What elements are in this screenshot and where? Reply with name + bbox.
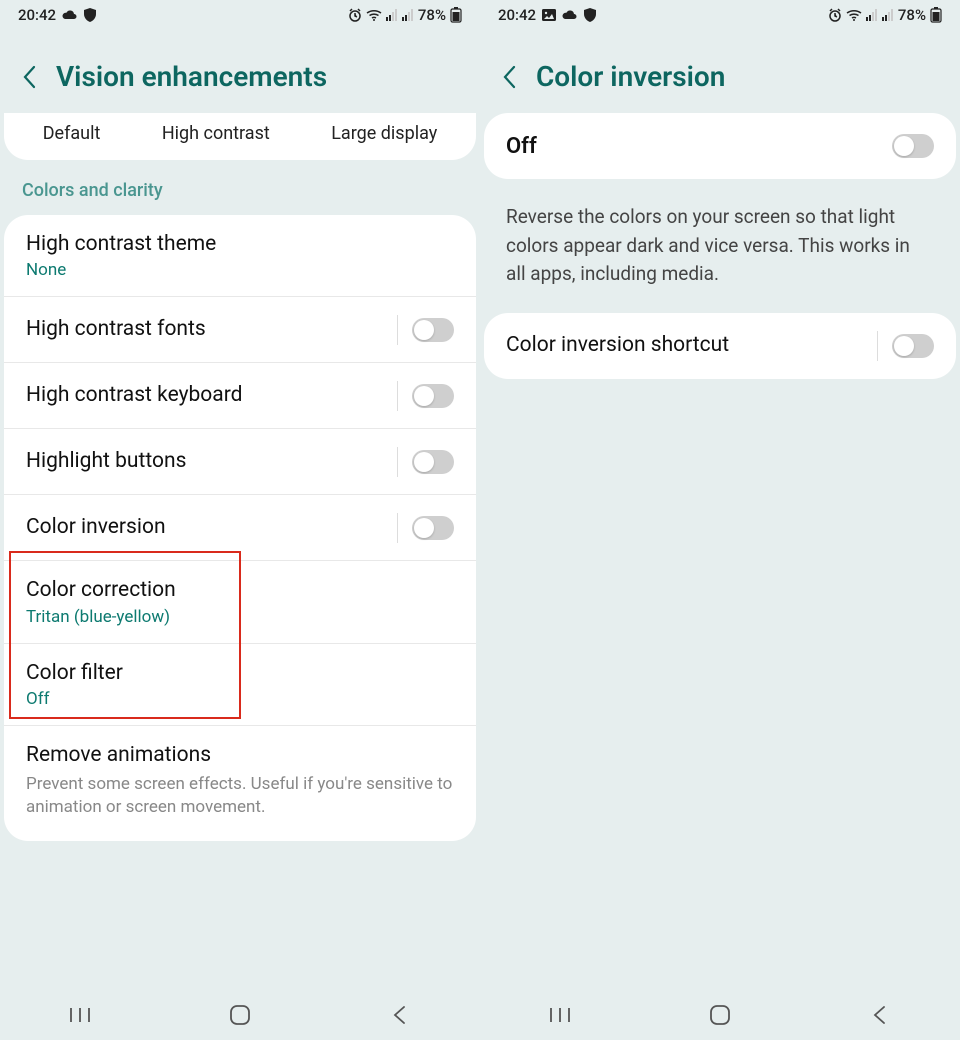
shortcut-card: Color inversion shortcut [484,313,956,379]
row-title: Remove animations [26,742,454,769]
row-sub: Tritan (blue-yellow) [26,607,454,627]
state-card: Off [484,113,956,179]
image-icon [542,9,556,21]
wifi-icon [366,9,382,21]
battery-icon [930,7,942,23]
page-title: Color inversion [536,60,725,93]
cloud-icon [562,9,578,21]
divider [397,513,398,543]
divider [877,331,878,361]
row-title: High contrast theme [26,231,454,258]
row-sub: Off [26,689,454,709]
nav-home-icon[interactable] [210,1004,270,1026]
toggle-color-inversion[interactable] [412,516,454,540]
nav-back-icon[interactable] [850,1004,910,1026]
nav-recents-icon[interactable] [530,1006,590,1024]
toggle-inversion-shortcut[interactable] [892,334,934,358]
row-title: Color inversion [26,514,397,541]
row-title: High contrast fonts [26,316,397,343]
signal2-icon [882,9,894,21]
settings-list: High contrast theme None High contrast f… [4,215,476,841]
description-text: Reverse the colors on your screen so tha… [480,179,960,313]
status-battery: 78% [898,6,926,24]
row-title: Color inversion shortcut [506,332,877,359]
back-icon[interactable] [502,64,518,90]
row-title: Color correction [26,577,454,604]
toggle-color-inversion-master[interactable] [892,134,934,158]
row-high-contrast-theme[interactable]: High contrast theme None [4,215,476,297]
nav-recents-icon[interactable] [50,1006,110,1024]
row-inversion-shortcut[interactable]: Color inversion shortcut [484,313,956,379]
wifi-icon [846,9,862,21]
row-color-inversion[interactable]: Color inversion [4,495,476,561]
section-colors-clarity: Colors and clarity [0,172,480,215]
toggle-high-contrast-fonts[interactable] [412,318,454,342]
display-mode-tabs: Default High contrast Large display [4,113,476,160]
status-bar: 20:42 78% [480,0,960,30]
row-high-contrast-fonts[interactable]: High contrast fonts [4,297,476,363]
page-title: Vision enhancements [56,60,327,93]
back-icon[interactable] [22,64,38,90]
row-remove-animations[interactable]: Remove animations Prevent some screen ef… [4,726,476,841]
toggle-highlight-buttons[interactable] [412,450,454,474]
divider [397,315,398,345]
row-highlight-buttons[interactable]: Highlight buttons [4,429,476,495]
battery-icon [450,7,462,23]
row-inversion-state[interactable]: Off [484,113,956,179]
shield-icon [84,8,96,22]
screen-color-inversion: 20:42 78% Color inversion Off Reverse th… [480,0,960,1040]
header: Vision enhancements [0,30,480,113]
row-high-contrast-keyboard[interactable]: High contrast keyboard [4,363,476,429]
header: Color inversion [480,30,960,113]
shield-icon [584,8,596,22]
screen-vision-enhancements: 20:42 78% Vision enhancements Default Hi… [0,0,480,1040]
nav-back-icon[interactable] [370,1004,430,1026]
tab-default[interactable]: Default [43,123,101,144]
state-label: Off [506,134,892,159]
row-desc: Prevent some screen effects. Useful if y… [26,773,454,819]
row-title: Highlight buttons [26,448,397,475]
alarm-icon [828,8,842,22]
divider [397,447,398,477]
divider [397,381,398,411]
row-title: High contrast keyboard [26,382,397,409]
nav-home-icon[interactable] [690,1004,750,1026]
cloud-icon [62,9,78,21]
signal-icon [386,9,398,21]
tab-high-contrast[interactable]: High contrast [162,123,270,144]
status-bar: 20:42 78% [0,0,480,30]
nav-bar [480,990,960,1040]
status-time: 20:42 [18,6,56,24]
toggle-high-contrast-keyboard[interactable] [412,384,454,408]
row-title: Color filter [26,660,454,687]
signal2-icon [402,9,414,21]
row-sub: None [26,260,454,280]
alarm-icon [348,8,362,22]
row-color-correction[interactable]: Color correction Tritan (blue-yellow) [4,561,476,643]
signal-icon [866,9,878,21]
status-battery: 78% [418,6,446,24]
row-color-filter[interactable]: Color filter Off [4,644,476,726]
nav-bar [0,990,480,1040]
status-time: 20:42 [498,6,536,24]
tab-large-display[interactable]: Large display [331,123,437,144]
